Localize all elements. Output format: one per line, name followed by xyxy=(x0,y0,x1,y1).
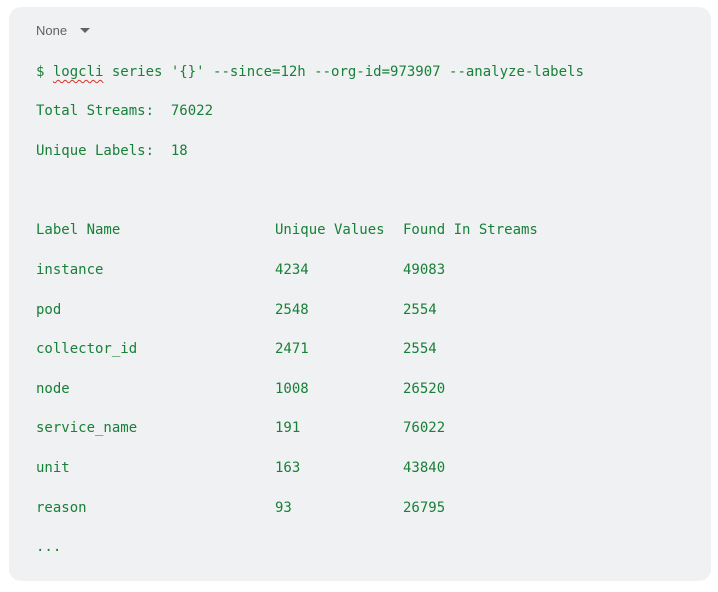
found-in-streams-cell: 49083 xyxy=(403,262,446,278)
unique-values-cell: 1008 xyxy=(275,381,309,397)
found-in-streams-cell: 43840 xyxy=(403,460,446,476)
code-block: None $ logcli series '{}' --since=12h --… xyxy=(9,7,711,581)
label-name-cell: instance xyxy=(36,262,104,278)
language-label: None xyxy=(36,22,68,38)
unique-values-cell: 163 xyxy=(275,460,301,476)
column-header-found-in-streams: Found In Streams xyxy=(403,222,538,238)
column-header-label-name: Label Name xyxy=(36,222,121,238)
column-header-unique-values: Unique Values xyxy=(275,222,385,238)
label-name-cell: reason xyxy=(36,500,87,516)
unique-values-cell: 4234 xyxy=(275,262,309,278)
found-in-streams-cell: 26795 xyxy=(403,500,446,516)
unique-values-cell: 2471 xyxy=(275,341,309,357)
found-in-streams-cell: 2554 xyxy=(403,341,437,357)
label-name-cell: unit xyxy=(36,460,70,476)
label-name-cell: node xyxy=(36,381,70,397)
unique-labels-line: Unique Labels: 18 xyxy=(36,143,188,159)
language-selector[interactable]: None xyxy=(36,21,91,39)
command-line: $ logcli series '{}' --since=12h --org-i… xyxy=(36,63,584,81)
found-in-streams-cell: 76022 xyxy=(403,420,446,436)
found-in-streams-cell: 2554 xyxy=(403,302,437,318)
unique-values-cell: 2548 xyxy=(275,302,309,318)
found-in-streams-cell: 26520 xyxy=(403,381,446,397)
label-name-cell: service_name xyxy=(36,420,138,436)
label-name-cell: collector_id xyxy=(36,341,138,357)
ellipsis: ... xyxy=(36,539,62,555)
unique-values-cell: 191 xyxy=(275,420,301,436)
chevron-down-icon xyxy=(80,28,91,33)
prompt: $ xyxy=(36,64,53,80)
command-args: series '{}' --since=12h --org-id=973907 … xyxy=(103,64,584,80)
total-streams-line: Total Streams: 76022 xyxy=(36,103,214,119)
unique-values-cell: 93 xyxy=(275,500,292,516)
command-program: logcli xyxy=(52,64,104,80)
label-name-cell: pod xyxy=(36,302,62,318)
